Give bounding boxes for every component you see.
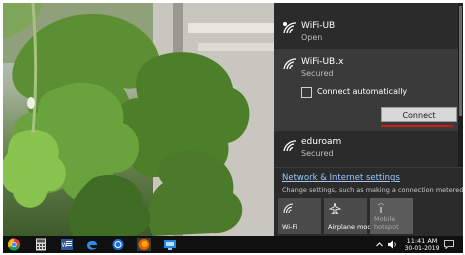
network-item-eduroam[interactable]: eduroam Secured [274, 131, 458, 167]
network-flyout: WiFi-UB Open WiFi-UB.x Secured Connect a… [274, 3, 463, 236]
notification-center-icon[interactable] [444, 240, 454, 249]
wifi-secured-icon [283, 58, 297, 70]
network-status: Secured [301, 69, 334, 78]
wifi-quick-action-label: Wi-Fi [282, 223, 298, 231]
flyout-scrollbar[interactable] [458, 3, 463, 168]
wifi-icon [283, 203, 294, 214]
clock-time[interactable]: 11:41 AM [402, 237, 442, 245]
network-name: WiFi-UB [301, 21, 336, 31]
calculator-icon[interactable] [34, 238, 48, 251]
network-status: Secured [301, 149, 334, 158]
svg-text:W: W [62, 243, 68, 249]
wifi-open-icon [283, 22, 297, 34]
connect-automatically-label: Connect automatically [317, 87, 408, 96]
divider [274, 167, 463, 168]
airplane-mode-quick-action[interactable]: Airplane mode [324, 198, 375, 234]
wifi-quick-action[interactable]: Wi-Fi [278, 198, 321, 234]
word-icon[interactable]: W [60, 238, 74, 251]
wifi-secured-icon [283, 140, 297, 152]
clock-date[interactable]: 30-01-2019 [402, 245, 442, 252]
volume-icon[interactable] [387, 240, 397, 249]
mobile-hotspot-label: Mobile hotspot [374, 215, 399, 231]
network-settings-link[interactable]: Network & Internet settings [282, 173, 400, 183]
edge-icon[interactable] [85, 238, 99, 251]
connect-automatically-checkbox[interactable] [301, 87, 312, 98]
network-name: WiFi-UB.x [301, 57, 344, 67]
network-settings-description: Change settings, such as making a connec… [282, 186, 463, 194]
network-name: eduroam [301, 137, 342, 147]
airplane-icon [329, 203, 341, 214]
chrome-icon[interactable] [7, 238, 21, 251]
wallpaper [3, 3, 283, 236]
desktop: WiFi-UB Open WiFi-UB.x Secured Connect a… [3, 3, 463, 253]
remote-desktop-icon[interactable] [163, 238, 177, 251]
taskbar: W 11:41 AM 30-01-2019 [3, 236, 463, 253]
airplane-mode-label: Airplane mode [328, 223, 376, 231]
network-item-wifi-ub-x[interactable]: WiFi-UB.x Secured Connect automatically … [274, 49, 458, 131]
chevron-up-icon[interactable] [376, 241, 383, 248]
network-item-wifi-ub[interactable]: WiFi-UB Open [274, 3, 458, 49]
app-icon[interactable] [111, 238, 125, 251]
connect-button[interactable]: Connect [381, 107, 457, 122]
mobile-hotspot-quick-action[interactable]: Mobile hotspot [370, 198, 413, 234]
red-underline-mark [381, 125, 453, 127]
hotspot-icon [377, 203, 385, 213]
fig-leaves-image [3, 3, 283, 236]
scrollbar-thumb[interactable] [459, 6, 462, 116]
firefox-icon[interactable] [137, 238, 151, 251]
network-status: Open [301, 33, 323, 42]
